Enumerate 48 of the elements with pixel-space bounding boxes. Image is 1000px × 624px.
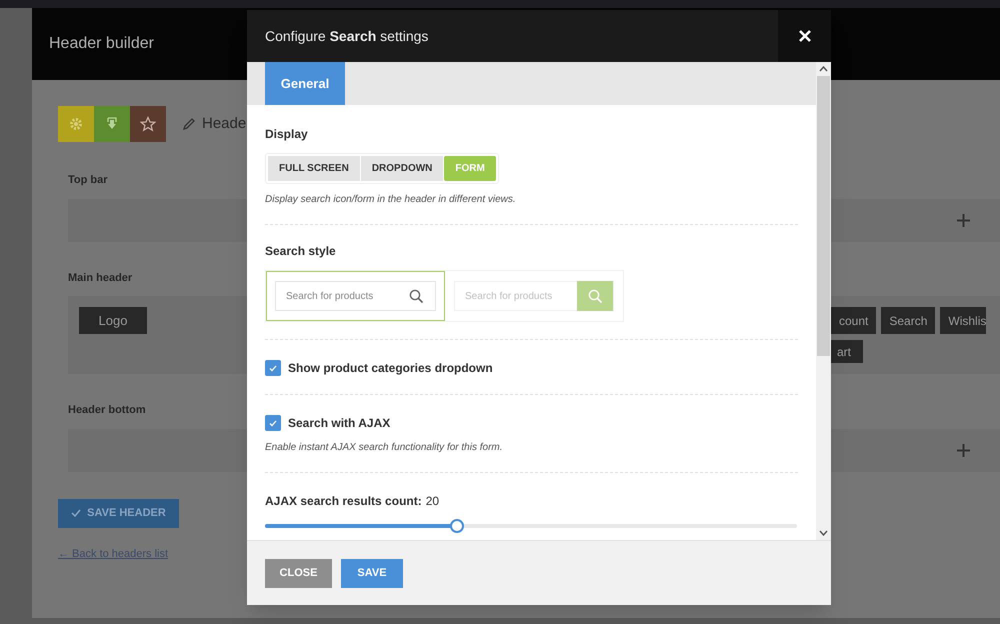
help-text: Enable instant AJAX search functionality for this form. xyxy=(265,441,504,455)
toolbar-button[interactable] xyxy=(130,106,166,142)
toolbar-button[interactable] xyxy=(94,106,130,142)
section-title: Header bottom xyxy=(68,403,147,418)
segment-button[interactable]: FULL SCREEN xyxy=(268,156,360,181)
add-icon[interactable] xyxy=(957,214,970,226)
dialog-title: Configure Search settings xyxy=(264,26,430,46)
checkbox-label: Search with AJAX xyxy=(288,415,390,432)
segment-button[interactable]: FORM xyxy=(444,156,496,181)
slider[interactable] xyxy=(265,519,797,533)
element-button[interactable]: Search xyxy=(881,307,936,334)
add-icon[interactable] xyxy=(957,444,970,456)
element-button[interactable]: count xyxy=(831,307,876,334)
close-icon xyxy=(798,30,810,42)
star-icon xyxy=(140,116,156,132)
header-name-label: Heade xyxy=(202,114,246,134)
scroll-up-icon[interactable] xyxy=(819,66,828,72)
element-button[interactable]: Logo xyxy=(79,307,147,334)
segment-button[interactable]: DROPDOWN xyxy=(360,156,444,181)
element-button[interactable]: Wishlis xyxy=(940,307,986,334)
section-title: Main header xyxy=(68,270,134,286)
check-icon xyxy=(269,364,277,372)
close-button[interactable] xyxy=(778,10,831,62)
field-label: Search style xyxy=(265,243,337,260)
scroll-down-icon[interactable] xyxy=(819,530,828,536)
check-icon xyxy=(269,420,277,426)
slider-value: 20 xyxy=(426,493,440,510)
scrollbar[interactable] xyxy=(816,62,831,540)
scroll-thumb[interactable] xyxy=(817,76,830,356)
download-icon xyxy=(105,117,119,131)
slider-thumb[interactable] xyxy=(450,519,464,533)
section-title: Top bar xyxy=(68,173,109,188)
check-icon xyxy=(71,509,82,517)
checkbox[interactable] xyxy=(265,415,281,431)
checkbox-label: Show product categories dropdown xyxy=(288,360,493,377)
field-label: Display xyxy=(265,126,309,143)
element-button[interactable]: art xyxy=(831,340,864,363)
slider-label: AJAX search results count: xyxy=(265,493,422,510)
back-link[interactable]: ← Back to headers list xyxy=(58,546,168,562)
save-button[interactable]: SAVE xyxy=(341,558,403,588)
checkbox[interactable] xyxy=(265,360,281,376)
save-header-button[interactable]: SAVE HEADER xyxy=(58,498,179,528)
page-title: Header builder xyxy=(49,34,154,54)
close-button[interactable]: CLOSE xyxy=(265,558,332,588)
gear-icon xyxy=(69,117,83,131)
help-text: Display search icon/form in the header in different views. xyxy=(265,193,517,207)
tab[interactable]: General xyxy=(265,62,345,105)
pencil-icon xyxy=(182,117,196,131)
